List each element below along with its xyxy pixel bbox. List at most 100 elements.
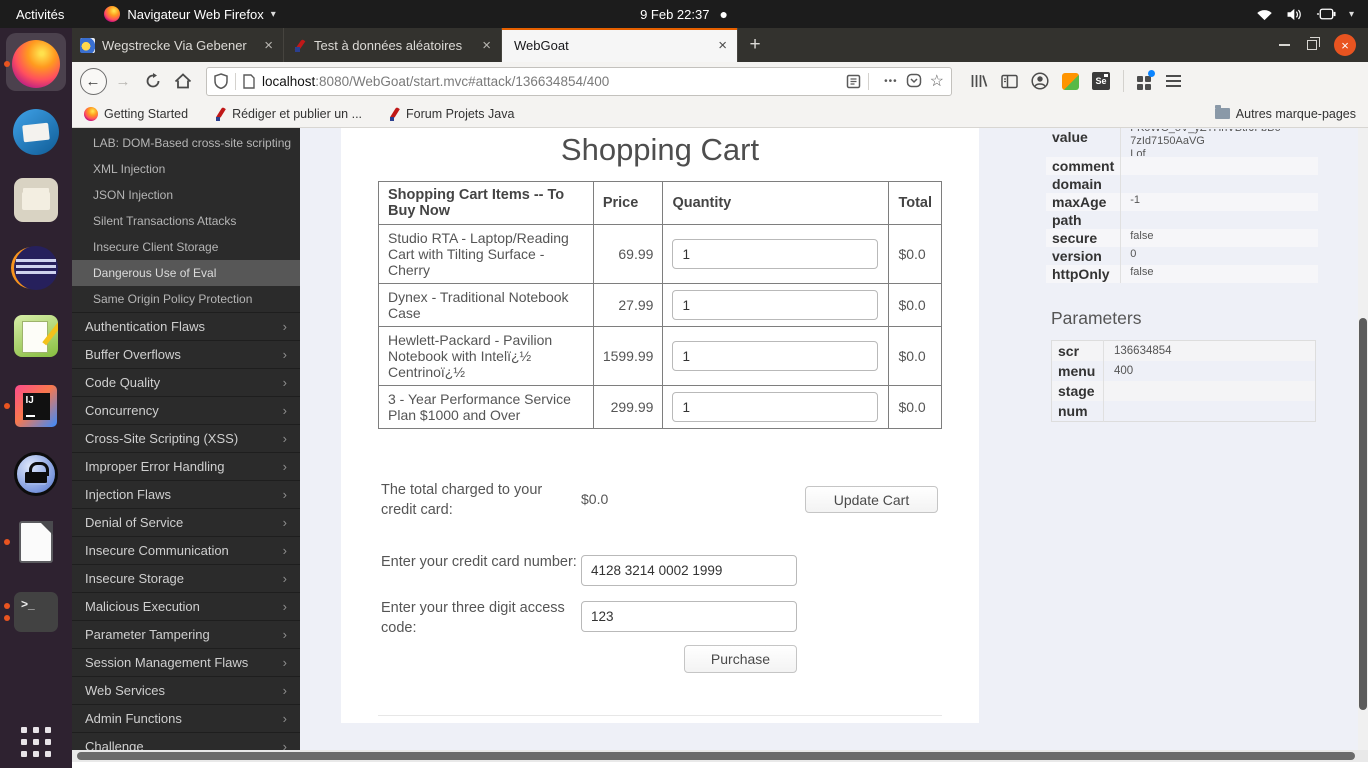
dock-item-notepad-plus-plus[interactable] (0, 308, 72, 364)
dock-item-thunderbird[interactable] (0, 104, 72, 160)
dock-item-show-applications[interactable] (0, 714, 72, 768)
pocket-icon[interactable] (906, 73, 922, 89)
dock-item-terminal[interactable]: >_ (0, 584, 72, 640)
notification-dot-icon (1148, 70, 1155, 77)
menu-category-insecure-communication[interactable]: Insecure Communication › (72, 536, 300, 564)
menu-category-authentication-flaws[interactable]: Authentication Flaws › (72, 312, 300, 340)
system-tray[interactable]: ▾ (1256, 8, 1368, 21)
page-info-icon[interactable] (243, 73, 255, 89)
scrollbar-thumb[interactable] (77, 752, 1355, 760)
running-indicator (4, 403, 10, 409)
home-button[interactable] (168, 66, 198, 96)
extensions-icon[interactable] (1137, 70, 1155, 90)
bookmark-star-icon[interactable]: ☆ (930, 71, 944, 91)
dock-item-files[interactable] (0, 172, 72, 228)
menu-icon[interactable] (1166, 72, 1181, 90)
menu-category-session-management-flaws[interactable]: Session Management Flaws › (72, 648, 300, 676)
screen: Activités Navigateur Web Firefox ▾ 9 Feb… (0, 0, 1368, 768)
close-tab-icon[interactable]: × (716, 37, 729, 54)
menu-category-denial-of-service[interactable]: Denial of Service › (72, 508, 300, 536)
system-top-bar: Activités Navigateur Web Firefox ▾ 9 Feb… (0, 0, 1368, 28)
menu-category-injection-flaws[interactable]: Injection Flaws › (72, 480, 300, 508)
dock-item-intellij[interactable]: IJ (0, 378, 72, 434)
url-text[interactable]: localhost:8080/WebGoat/start.mvc#attack/… (262, 74, 846, 89)
vertical-scrollbar[interactable] (1358, 128, 1368, 752)
tab-test-donnees[interactable]: Test à données aléatoires × (284, 28, 502, 62)
page-actions-icon[interactable]: ••• (884, 76, 898, 87)
quantity-input[interactable] (672, 239, 879, 269)
clock-menu[interactable]: 9 Feb 22:37 ● (640, 6, 728, 22)
cookie-key: version (1052, 248, 1102, 264)
menu-category-malicious-execution[interactable]: Malicious Execution › (72, 592, 300, 620)
access-code-label: Enter your three digit access code: (381, 600, 565, 636)
update-cart-button[interactable]: Update Cart (805, 486, 938, 513)
menu-item-silent-transactions[interactable]: Silent Transactions Attacks (72, 208, 300, 234)
access-code-input[interactable] (581, 601, 797, 632)
menu-category-admin-functions[interactable]: Admin Functions › (72, 704, 300, 732)
menu-category-challenge[interactable]: Challenge › (72, 732, 300, 750)
scrollbar-thumb[interactable] (1359, 318, 1367, 710)
url-path: :8080/WebGoat/start.mvc#attack/136634854… (315, 73, 610, 89)
feather-icon (388, 107, 400, 121)
divider (378, 715, 942, 716)
new-tab-button[interactable]: + (738, 28, 772, 62)
menu-item-dangerous-use-of-eval[interactable]: Dangerous Use of Eval (72, 260, 300, 286)
horizontal-scrollbar[interactable] (72, 750, 1368, 762)
url-bar[interactable]: localhost:8080/WebGoat/start.mvc#attack/… (206, 66, 952, 96)
quantity-input[interactable] (672, 290, 879, 320)
quantity-input[interactable] (672, 341, 879, 371)
library-icon[interactable] (970, 73, 988, 89)
menu-category-improper-error-handling[interactable]: Improper Error Handling › (72, 452, 300, 480)
chevron-right-icon: › (282, 739, 287, 750)
shield-icon[interactable] (214, 73, 228, 89)
purchase-button[interactable]: Purchase (684, 645, 797, 673)
forward-button[interactable]: → (108, 66, 138, 96)
intellij-icon: IJ (15, 385, 57, 427)
menu-category-code-quality[interactable]: Code Quality › (72, 368, 300, 396)
menu-category-insecure-storage[interactable]: Insecure Storage › (72, 564, 300, 592)
menu-category-concurrency[interactable]: Concurrency › (72, 396, 300, 424)
tab-webgoat[interactable]: WebGoat × (502, 28, 738, 62)
reload-button[interactable] (138, 66, 168, 96)
parameter-row: scr 136634854 (1051, 340, 1316, 361)
bookmark-rediger[interactable]: Rédiger et publier un ... (214, 107, 362, 121)
close-tab-icon[interactable]: × (480, 37, 493, 54)
dock-item-eclipse[interactable] (0, 240, 72, 296)
other-bookmarks-button[interactable]: Autres marque-pages (1214, 105, 1356, 121)
menu-category-parameter-tampering[interactable]: Parameter Tampering › (72, 620, 300, 648)
dock-item-libreoffice[interactable] (0, 514, 72, 570)
credit-card-input[interactable] (581, 555, 797, 586)
reader-mode-icon[interactable] (846, 74, 861, 89)
bookmark-getting-started[interactable]: Getting Started (84, 106, 188, 121)
account-icon[interactable] (1031, 72, 1049, 90)
volume-icon (1287, 8, 1301, 20)
cookie-value: FK0WC_5V_yZTHnVBtrJFbB6-7zId7150AaVGLof (1120, 128, 1318, 157)
close-tab-icon[interactable]: × (262, 37, 275, 54)
restore-button[interactable] (1307, 37, 1320, 50)
menu-item-insecure-client-storage[interactable]: Insecure Client Storage (72, 234, 300, 260)
menu-item-json-injection[interactable]: JSON Injection (72, 182, 300, 208)
selenium-ide-icon[interactable]: Se (1092, 72, 1110, 90)
menu-item-lab-dom-xss[interactable]: LAB: DOM-Based cross-site scripting (72, 130, 300, 156)
app-menu[interactable]: Navigateur Web Firefox ▾ (104, 6, 276, 22)
menu-category-web-services[interactable]: Web Services › (72, 676, 300, 704)
back-button[interactable]: ← (78, 66, 108, 96)
menu-category-buffer-overflows[interactable]: Buffer Overflows › (72, 340, 300, 368)
activities-button[interactable]: Activités (0, 7, 80, 22)
dock-item-keepass[interactable] (0, 446, 72, 502)
menu-category-xss[interactable]: Cross-Site Scripting (XSS) › (72, 424, 300, 452)
close-window-button[interactable]: × (1334, 34, 1356, 56)
parameter-value (1103, 401, 1316, 422)
addon-icon[interactable] (1062, 72, 1079, 90)
minimize-button[interactable] (1279, 44, 1290, 46)
chevron-right-icon: › (282, 515, 287, 530)
cookie-key: secure (1052, 230, 1098, 246)
quantity-input[interactable] (672, 392, 879, 422)
menu-item-same-origin-policy[interactable]: Same Origin Policy Protection (72, 286, 300, 312)
tab-wegstrecke[interactable]: Wegstrecke Via Gebener × (72, 28, 284, 62)
dock-item-firefox[interactable] (0, 33, 72, 92)
menu-item-xml-injection[interactable]: XML Injection (72, 156, 300, 182)
sidebar-toggle-icon[interactable] (1001, 74, 1018, 89)
bookmark-forum-projets-java[interactable]: Forum Projets Java (388, 107, 514, 121)
window-controls: × (1279, 28, 1356, 62)
